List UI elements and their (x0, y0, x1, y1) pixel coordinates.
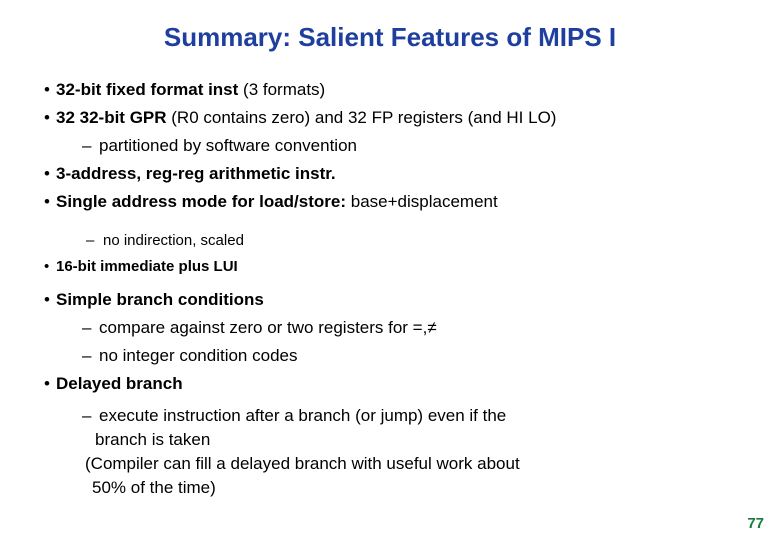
sub-bullet-label: no indirection, scaled (103, 232, 244, 249)
bullet-glyph-icon: • (44, 374, 50, 393)
bullet-label-bold: Single address mode for load/store: (56, 192, 347, 211)
bullet-glyph-icon: • (44, 164, 50, 183)
bullet-glyph-icon: • (44, 258, 50, 275)
bullet-item: • 32 32-bit GPR (R0 contains zero) and 32… (0, 104, 780, 132)
bullet-item: • Simple branch conditions (0, 286, 780, 314)
bullet-item: • 16-bit immediate plus LUI (0, 254, 780, 280)
bullet-glyph-icon: • (44, 290, 50, 309)
bullet-label-regular: base+displacement (346, 192, 498, 211)
bullet-glyph-icon: • (44, 80, 50, 99)
dash-glyph-icon: – (82, 406, 92, 425)
sub-bullet-item: – no integer condition codes (0, 342, 780, 370)
slide-canvas: Summary: Salient Features of MIPS I • 32-… (0, 0, 780, 540)
sub-bullet-item: – compare against zero or two registers f… (0, 314, 780, 342)
dash-glyph-icon: – (82, 136, 92, 155)
bullet-label-bold: 32-bit fixed format inst (56, 80, 239, 99)
bullet-label-bold: 16-bit immediate plus LUI (56, 258, 238, 275)
sub-bullet-item: – no indirection, scaled (0, 228, 780, 254)
bullet-label-bold: Delayed branch (56, 374, 183, 393)
sub-bullet-label: compare against zero or two registers fo… (99, 318, 437, 337)
sub-bullet-label: partitioned by software convention (99, 136, 357, 155)
bullet-item: • Delayed branch (0, 370, 780, 398)
page-title: Summary: Salient Features of MIPS I (163, 22, 617, 52)
bullet-label-regular: (3 formats) (238, 80, 326, 99)
sub-bullet-item: – partitioned by software convention (0, 132, 780, 160)
bullet-glyph-icon: • (44, 192, 50, 211)
sub-bullet-item: – execute instruction after a branch (or … (0, 404, 780, 428)
dash-glyph-icon: – (82, 346, 92, 365)
bullet-label-bold: 32 32-bit GPR (56, 108, 167, 127)
bullet-item: • 3-address, reg-reg arithmetic instr. (0, 160, 780, 188)
bullet-item: • 32-bit fixed format inst (3 formats) (0, 76, 780, 104)
sub-bullet-continuation: branch is taken (95, 430, 211, 449)
compiler-note-line-1: (Compiler can fill a delayed branch with… (85, 454, 520, 473)
bullet-item: • Single address mode for load/store: bas… (0, 188, 780, 216)
page-number: 77 (747, 515, 764, 532)
compiler-note-line-2: 50% of the time) (92, 478, 216, 497)
bullet-glyph-icon: • (44, 108, 50, 127)
bullet-label-bold: 3-address, reg-reg arithmetic instr. (56, 164, 336, 183)
slide-body: • 32-bit fixed format inst (3 formats) • 3… (0, 76, 780, 500)
dash-glyph-icon: – (82, 318, 92, 337)
sub-bullet-label: no integer condition codes (99, 346, 298, 365)
bullet-label-regular: (R0 contains zero) and 32 FP registers (… (166, 108, 557, 127)
dash-glyph-icon: – (86, 232, 95, 249)
sub-bullet-label: execute instruction after a branch (or j… (99, 406, 507, 425)
bullet-label-bold: Simple branch conditions (56, 290, 264, 309)
